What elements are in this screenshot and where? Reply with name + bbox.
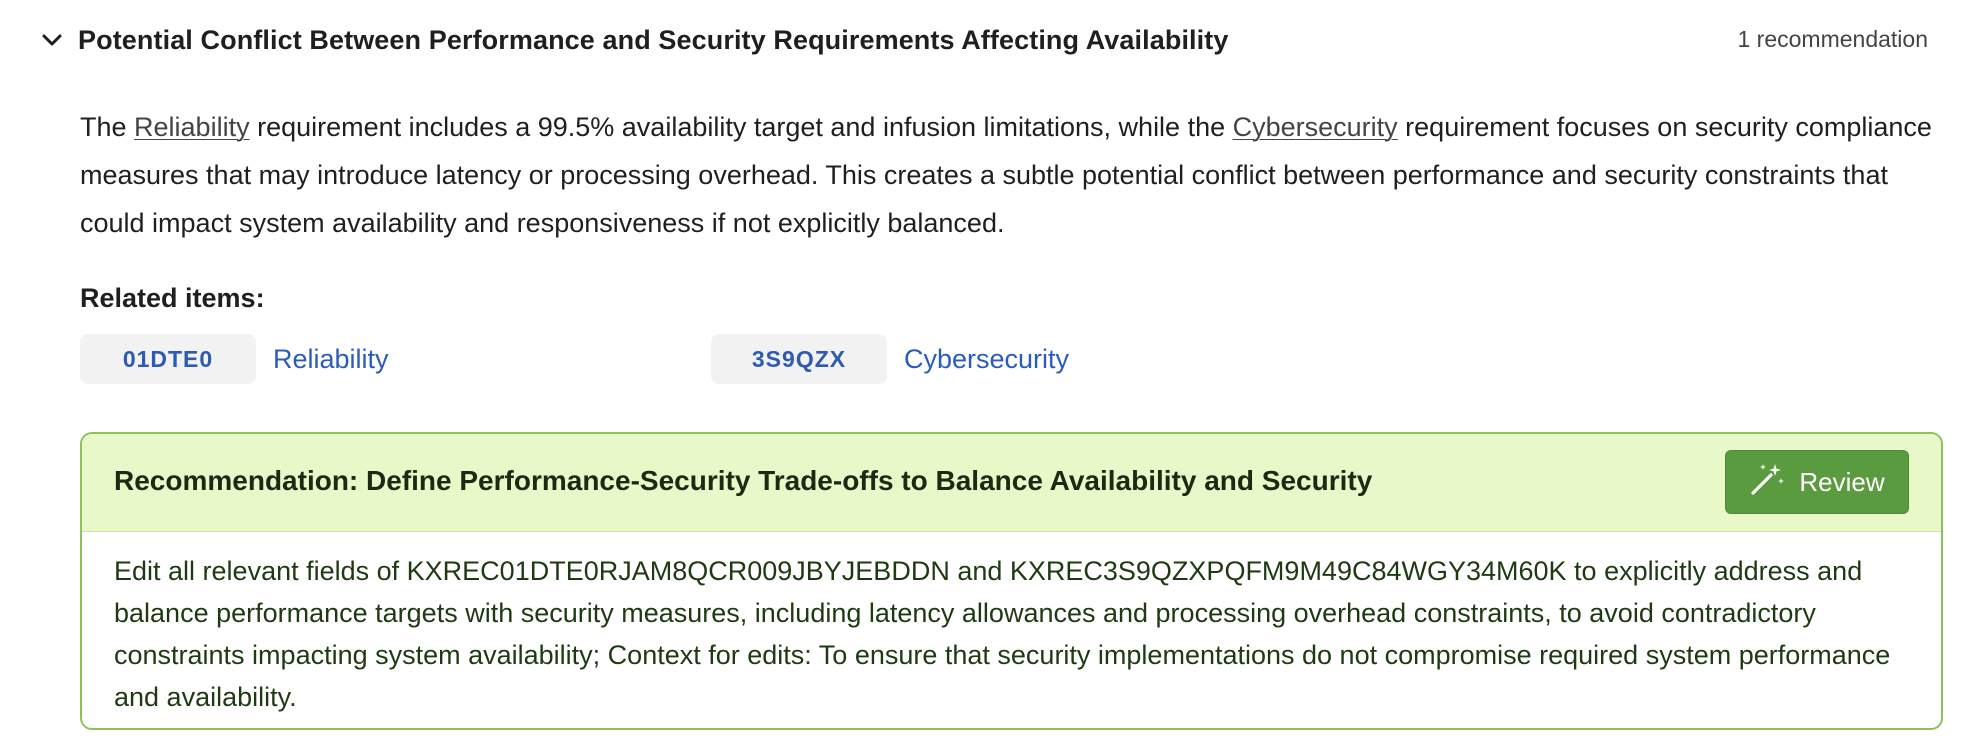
related-item-reliability[interactable]: 01DTE0 Reliability bbox=[80, 334, 389, 384]
item-link[interactable]: Reliability bbox=[273, 344, 389, 375]
related-item-cybersecurity[interactable]: 3S9QZX Cybersecurity bbox=[711, 334, 1069, 384]
description-text: The bbox=[80, 112, 135, 142]
description-text: requirement includes a 99.5% availabilit… bbox=[249, 112, 1233, 142]
recommendation-header: Recommendation: Define Performance-Secur… bbox=[82, 434, 1941, 532]
reliability-reference-link[interactable]: Reliability bbox=[134, 112, 250, 142]
magic-wand-icon bbox=[1749, 462, 1785, 503]
item-id-chip[interactable]: 3S9QZX bbox=[711, 334, 887, 384]
related-items-label: Related items: bbox=[80, 283, 265, 313]
issue-title: Potential Conflict Between Performance a… bbox=[78, 24, 1229, 55]
cybersecurity-reference-link[interactable]: Cybersecurity bbox=[1233, 112, 1398, 142]
recommendation-count: 1 recommendation bbox=[1737, 26, 1929, 52]
chevron-down-icon[interactable] bbox=[38, 26, 66, 54]
recommendation-body: Edit all relevant fields of KXREC01DTE0R… bbox=[114, 556, 1891, 712]
review-button-label: Review bbox=[1799, 466, 1885, 497]
recommendation-card: Recommendation: Define Performance-Secur… bbox=[80, 432, 1943, 730]
issue-description: The Reliability requirement includes a 9… bbox=[80, 103, 1940, 247]
item-link[interactable]: Cybersecurity bbox=[904, 344, 1069, 375]
recommendation-title: Recommendation: Define Performance-Secur… bbox=[114, 465, 1373, 496]
item-id-chip[interactable]: 01DTE0 bbox=[80, 334, 256, 384]
issue-header[interactable]: Potential Conflict Between Performance a… bbox=[38, 18, 1928, 62]
review-button[interactable]: Review bbox=[1725, 450, 1909, 514]
